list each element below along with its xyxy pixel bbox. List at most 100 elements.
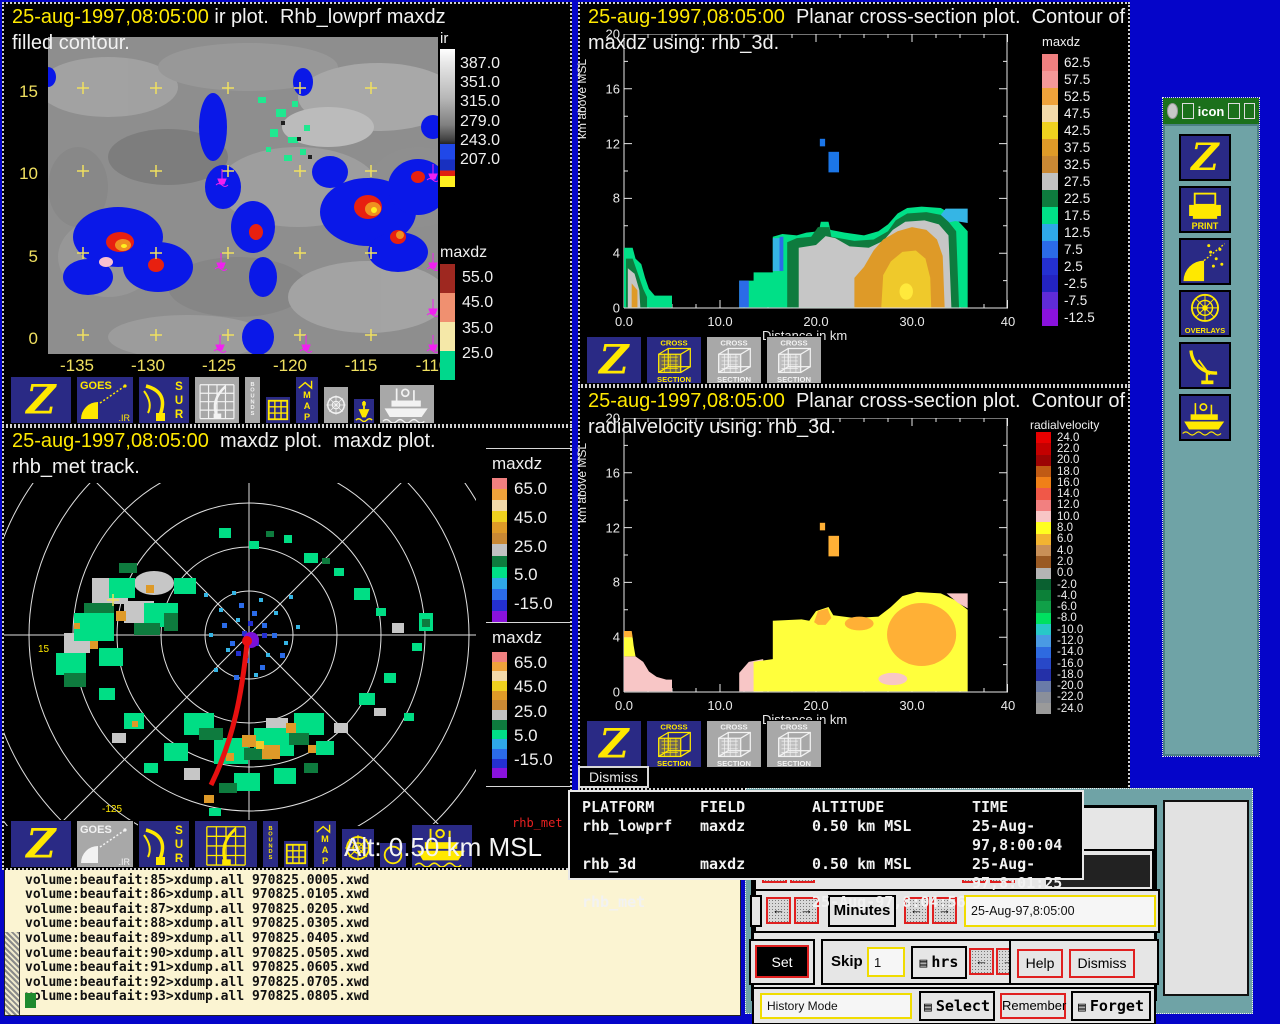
window-menu-button[interactable] [1167,103,1178,119]
y-tick-label: 12 [590,136,620,151]
skip-group: Skip 1 ▤hrs ← → [821,939,1023,985]
platform-table: PLATFORMFIELDALTITUDETIME rhb_lowprfmaxd… [568,790,1084,880]
table-cell: 0.50 km MSL [812,817,972,855]
x-tick-label: 20.0 [803,314,828,329]
goes-ir-icon[interactable]: GOES.IR [76,820,134,868]
maxdz-mini-colorbar [440,264,455,380]
colorbar-entry: -4.0 [1036,590,1083,601]
colorbar-segment [440,293,455,322]
remember-button[interactable]: Remember [1000,993,1066,1019]
compass-icon[interactable] [323,386,349,424]
ir-gradient-bar [440,49,455,187]
colorbar-segment [492,691,507,701]
svg-text:CROSS: CROSS [660,339,687,348]
y-tick-label: 15 [8,82,38,102]
skip-value-field[interactable]: 1 [867,947,905,977]
grid-radar-icon[interactable] [194,376,240,424]
radar-scan-icon[interactable] [1179,238,1231,285]
svg-text:.IR: .IR [118,413,130,423]
colorbar-entry: 62.5 [1042,54,1095,71]
radar-ppi-display [4,483,476,826]
x-tick-label: -135 [60,356,94,376]
svg-text:MAP: MAP [303,390,311,422]
bounds-icon[interactable]: BOUNDS [262,820,279,868]
map-icon[interactable]: MAP [313,820,337,868]
cross-section-icon[interactable]: CROSSSECTION [706,720,762,768]
svg-text:CROSS: CROSS [660,723,687,732]
cross-section-toolbar: ZCROSSSECTIONCROSSSECTIONCROSSSECTION [586,336,822,384]
help-button[interactable]: Help [1017,949,1063,978]
cross-section-maxdz-window: 25-aug-1997,08:05:00 Planar cross-sectio… [578,2,1130,386]
icon-toolbox-window: icon ZPRINTOVERLAYS [1162,97,1260,757]
colorbar-entry: 8.0 [1036,522,1083,533]
ship-icon[interactable] [379,384,435,424]
grid-icon[interactable] [265,396,291,424]
svg-text:CROSS: CROSS [720,339,747,348]
colorbar-tick-label: 45.0 [514,678,553,695]
window-iconify-button[interactable] [1228,103,1239,119]
terminal-scrollbar[interactable] [5,932,20,1016]
surface-radar-icon[interactable]: SUR [138,820,190,868]
colorbar-entry: 37.5 [1042,139,1095,156]
select-button[interactable]: ▤Select [919,991,995,1021]
grid-radar-icon[interactable] [194,820,258,868]
set-time-button[interactable]: Set Time [755,945,809,978]
colorbar-entry: -18.0 [1036,669,1083,680]
table-cell: 25-Aug-97,8:04:56 [812,893,972,912]
zebra-logo-icon[interactable]: Z [586,720,642,768]
zebra-logo-icon[interactable]: Z [586,336,642,384]
svg-text:CROSS: CROSS [780,339,807,348]
colorbar-segment [492,522,507,533]
cross-section-icon[interactable]: CROSS SECTION [706,336,762,384]
surface-radar-icon[interactable]: SUR [138,376,190,424]
svg-text:CROSS: CROSS [720,723,747,732]
y-tick-label: 12 [590,520,620,535]
cross-section-icon[interactable]: CROSSSECTION [766,336,822,384]
y-tick-label: 4 [590,246,620,261]
bounds-icon[interactable]: BOUNDS [244,376,261,424]
map-icon[interactable]: MAP [295,376,319,424]
colorbar-entry: -20.0 [1036,681,1083,692]
history-mode-field[interactable]: History Mode [760,993,912,1019]
zebra-logo-icon[interactable]: Z [10,376,72,424]
maxdz-colorbar-labels: 65.045.025.05.0-15.0 [514,654,553,768]
zebra-logo-icon[interactable]: Z [10,820,72,868]
hrs-button[interactable]: ▤hrs [911,946,967,979]
colorbar-tick-label: 315.0 [460,94,500,110]
grid-icon[interactable] [283,840,309,868]
buoy-icon[interactable] [353,398,375,424]
colorbar-entry: -14.0 [1036,647,1083,658]
table-cell: rhb_met [582,893,700,912]
colorbar-entry: -7.5 [1042,292,1095,309]
svg-text:SECTION: SECTION [657,759,692,767]
table-cell: maxdz [700,817,812,855]
window-resize-button[interactable] [1244,103,1255,119]
overlays-icon[interactable]: OVERLAYS [1179,290,1231,337]
antenna-icon[interactable] [1179,342,1231,389]
dismiss-button[interactable]: Dismiss [1069,949,1135,978]
ir-colorbar: ir [440,30,455,187]
skip-back-button[interactable]: ← [969,948,994,975]
cross-section-icon-selected[interactable]: CROSS SECTION [646,720,702,768]
colorbar-title: maxdz [1042,34,1080,49]
colorbar-entry: 32.5 [1042,156,1095,173]
svg-text:SECTION: SECTION [717,375,752,383]
colorbar-segment [492,567,507,578]
svg-text:SECTION: SECTION [777,759,812,767]
colorbar-entry: 18.0 [1036,466,1083,477]
skip-label: Skip [831,953,863,970]
cross-section-icon-selected[interactable]: CROSSSECTION [646,336,702,384]
cross-section-icon[interactable]: CROSSSECTION [766,720,822,768]
ship-icon[interactable] [1179,394,1231,441]
dismiss-button[interactable]: Dismiss [578,766,649,788]
svg-text:Z: Z [24,821,57,867]
window-doc-button[interactable] [1182,103,1193,119]
svg-text:Z: Z [597,337,630,383]
zebra-logo-icon[interactable]: Z [1179,134,1231,181]
goes-ir-icon[interactable]: GOES.IR [76,376,134,424]
print-icon[interactable]: PRINT [1179,186,1231,233]
x-tick-label: -115 [345,356,378,376]
colorbar-tick-label: 25.0 [514,703,553,720]
colorbar-entry: 10.0 [1036,511,1083,522]
forget-button[interactable]: ▤Forget [1071,991,1151,1021]
